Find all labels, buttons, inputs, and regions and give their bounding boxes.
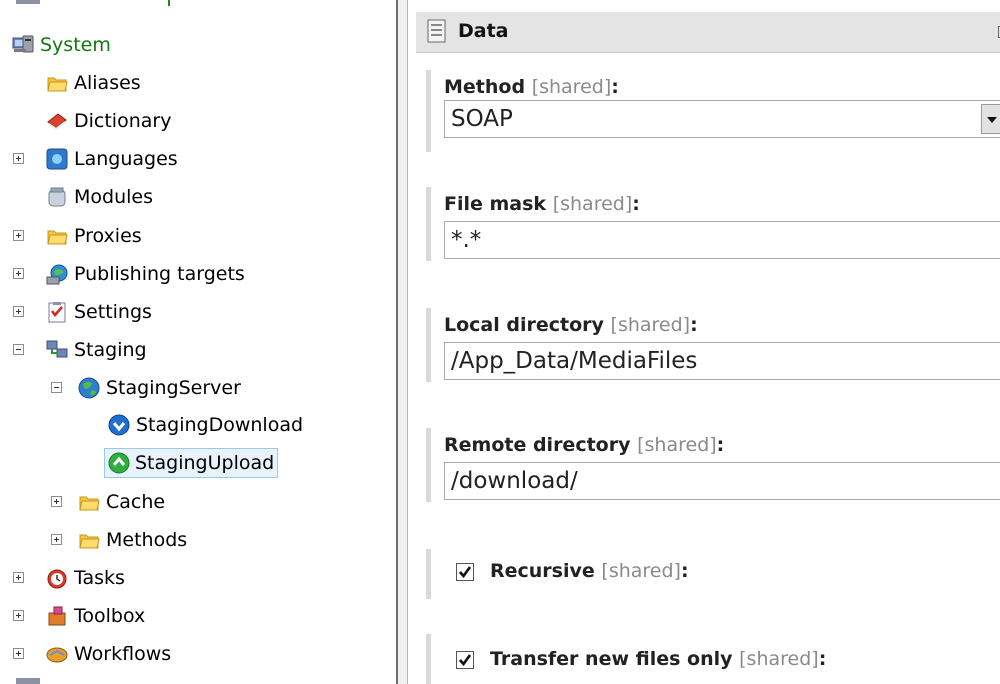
document-icon (427, 19, 446, 43)
expand-publishing-targets-icon[interactable] (13, 268, 24, 279)
field-label: Recursive [shared]: (490, 560, 689, 582)
jar-icon (48, 187, 66, 207)
truncated-item-icon (16, 0, 40, 4)
globe-icon (78, 377, 100, 399)
method-value: SOAP (451, 106, 513, 132)
checkmark-icon (459, 566, 472, 579)
expand-languages-icon[interactable] (13, 153, 24, 164)
expand-toolbox-icon[interactable] (13, 610, 24, 621)
chevron-down-icon[interactable] (981, 104, 1000, 134)
publishing-globe-icon (46, 264, 68, 285)
expand-methods-icon[interactable] (51, 534, 62, 545)
tree-item-label: Settings (74, 301, 152, 323)
field-label: Remote directory [shared]: (444, 434, 725, 456)
field-remote-directory: Remote directory [shared]: /download/ (426, 428, 1000, 502)
tree-item-cache[interactable]: Cache (78, 484, 169, 520)
remote-directory-input[interactable]: /download/ (444, 462, 1000, 500)
collapse-stagingserver-icon[interactable] (51, 382, 62, 393)
field-label: Method [shared]: (444, 76, 619, 98)
truncated-item-icon (16, 678, 40, 684)
field-marker (426, 634, 431, 684)
tree-item-label: Languages (74, 148, 178, 170)
tree-item-tasks[interactable]: Tasks (46, 560, 129, 596)
section-header-data[interactable]: Data (416, 12, 1000, 53)
tree-item-label: Aliases (74, 72, 141, 94)
tree-item-label: System (40, 34, 111, 56)
expand-cache-icon[interactable] (51, 496, 62, 507)
tree-item-proxies[interactable]: Proxies (46, 218, 146, 254)
network-computers-icon (46, 340, 68, 358)
local-directory-input[interactable]: /App_Data/MediaFiles (444, 342, 1000, 380)
workflow-icon (46, 647, 68, 663)
tree-item-label: Publishing targets (74, 263, 245, 285)
expand-tasks-icon[interactable] (13, 572, 24, 583)
field-label: File mask [shared]: (444, 193, 640, 215)
tree-item-label: Toolbox (74, 605, 146, 627)
checklist-icon (48, 302, 66, 323)
tree-item-toolbox[interactable]: Toolbox (46, 598, 149, 634)
truncated-item-mark (168, 0, 170, 6)
expand-settings-icon[interactable] (13, 306, 24, 317)
pane-splitter[interactable] (396, 0, 408, 684)
field-transfer-new-files-only: Transfer new files only [shared]: (426, 634, 1000, 684)
field-local-directory: Local directory [shared]: /App_Data/Medi… (426, 308, 1000, 382)
folder-icon (79, 496, 100, 511)
section-title: Data (458, 20, 509, 42)
book-icon (47, 113, 67, 131)
item-editor: Data Method [shared]: SOAP File mask [sh… (408, 0, 1000, 684)
tree-item-label: Modules (74, 186, 153, 208)
alarm-clock-icon (47, 569, 67, 589)
checkmark-icon (459, 654, 472, 667)
globe-badge-icon (46, 148, 68, 170)
tree-item-workflows[interactable]: Workflows (46, 636, 175, 672)
tree-item-label: Methods (106, 529, 188, 551)
computer-icon (12, 35, 34, 53)
field-method: Method [shared]: SOAP (426, 70, 1000, 152)
transfer-new-files-checkbox[interactable] (456, 651, 474, 669)
tree-item-label: StagingDownload (136, 414, 304, 436)
file-mask-input[interactable]: *.* (444, 221, 1000, 259)
recursive-checkbox[interactable] (456, 563, 474, 581)
tree-item-label: StagingServer (106, 377, 241, 399)
tree-item-methods[interactable]: Methods (78, 522, 191, 558)
tree-item-settings[interactable]: Settings (46, 294, 156, 330)
field-marker (426, 428, 431, 502)
tree-item-label: Cache (106, 491, 166, 513)
field-marker (426, 308, 431, 382)
field-file-mask: File mask [shared]: *.* (426, 187, 1000, 261)
field-marker (426, 70, 431, 152)
toolbox-icon (48, 606, 66, 626)
folder-icon (47, 77, 68, 92)
download-arrow-icon (108, 414, 130, 436)
tree-item-dictionary[interactable]: Dictionary (46, 103, 175, 139)
tree-item-stagingupload[interactable]: StagingUpload (104, 445, 279, 481)
tree-item-publishing-targets[interactable]: Publishing targets (46, 256, 249, 292)
field-marker (426, 187, 431, 261)
tree-item-system[interactable]: System (12, 27, 115, 63)
tree-item-stagingdownload[interactable]: StagingDownload (108, 407, 307, 443)
method-select[interactable]: SOAP (444, 100, 1000, 138)
field-marker (426, 549, 431, 599)
expand-workflows-icon[interactable] (13, 648, 24, 659)
tree-item-label: Proxies (74, 225, 142, 247)
expand-proxies-icon[interactable] (13, 230, 24, 241)
tree-item-label: Tasks (74, 567, 125, 589)
tree-item-aliases[interactable]: Aliases (46, 65, 145, 101)
field-recursive: Recursive [shared]: (426, 549, 1000, 599)
field-label: Transfer new files only [shared]: (490, 648, 827, 670)
tree-item-languages[interactable]: Languages (46, 141, 182, 177)
tree-item-label: Workflows (74, 643, 172, 665)
tree-item-label: Staging (74, 339, 147, 361)
upload-arrow-icon (108, 452, 130, 474)
field-label: Local directory [shared]: (444, 314, 698, 336)
collapse-staging-icon[interactable] (13, 344, 24, 355)
tree-item-label: Dictionary (74, 110, 172, 132)
tree-item-stagingserver[interactable]: StagingServer (78, 370, 245, 406)
tree-item-staging[interactable]: Staging (46, 332, 151, 368)
tree-item-label: StagingUpload (104, 448, 279, 478)
content-tree: System Aliases Dictionary Languages Modu… (0, 0, 396, 684)
folder-icon (47, 230, 68, 245)
folder-icon (79, 534, 100, 549)
tree-item-modules[interactable]: Modules (46, 179, 157, 215)
